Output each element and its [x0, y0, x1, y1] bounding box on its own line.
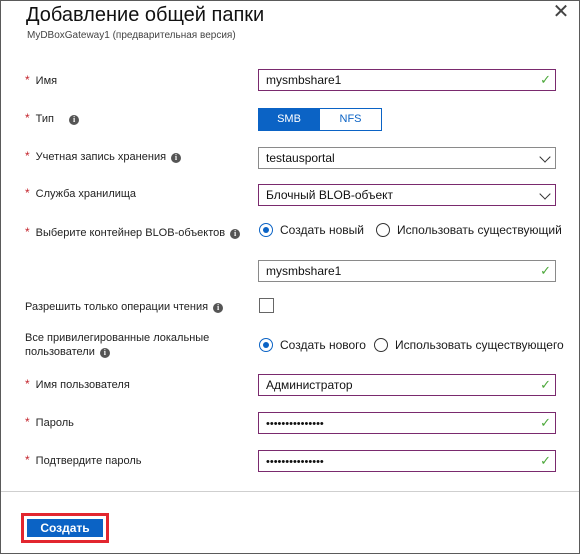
create-button[interactable]: Создать: [27, 519, 103, 537]
confirm-password-value: •••••••••••••••: [266, 456, 324, 468]
username-label: * Имя пользователя: [25, 377, 130, 391]
password-input[interactable]: ••••••••••••••• ✓: [258, 412, 556, 434]
check-icon: ✓: [540, 72, 551, 87]
info-icon[interactable]: i: [230, 229, 241, 239]
page-subtitle: MyDBoxGateway1 (предварительная версия): [27, 30, 236, 41]
required-asterisk: *: [25, 415, 30, 429]
info-icon[interactable]: i: [99, 348, 110, 358]
radio-use-existing[interactable]: [375, 223, 390, 237]
share-type-toggle: SMB NFS: [258, 108, 382, 131]
info-icon[interactable]: i: [69, 115, 80, 125]
radio-create-new[interactable]: [259, 223, 273, 237]
storage-service-label: * Служба хранилища: [25, 186, 137, 200]
radio-label: Использовать существующий: [396, 223, 562, 237]
add-share-panel: ✕ Добавление общей папки MyDBoxGateway1 …: [0, 0, 580, 554]
local-users-label: Все привилегированные локальные пользова…: [25, 332, 210, 358]
storage-account-value: testausportal: [266, 151, 335, 165]
check-icon: ✓: [540, 415, 551, 430]
radio-label: Создать нового: [280, 338, 366, 352]
type-option-nfs[interactable]: NFS: [320, 108, 382, 131]
confirm-password-label: * Подтвердите пароль: [25, 453, 142, 467]
read-only-checkbox[interactable]: [259, 298, 274, 313]
radio-label: Использовать существующего: [394, 338, 564, 352]
info-icon[interactable]: i: [213, 303, 224, 313]
required-asterisk: *: [25, 149, 30, 163]
chevron-down-icon: [539, 151, 551, 163]
type-option-smb[interactable]: SMB: [258, 108, 320, 131]
confirm-password-input[interactable]: ••••••••••••••• ✓: [258, 450, 556, 472]
name-input[interactable]: mysmbshare1 ✓: [258, 69, 556, 91]
check-icon: ✓: [540, 377, 551, 392]
read-only-label: Разрешить только операции чтения i: [25, 300, 224, 314]
storage-account-label: * Учетная запись хранения i: [25, 149, 182, 164]
radio-use-existing-user[interactable]: [373, 338, 388, 352]
page-title: Добавление общей папки: [26, 4, 265, 26]
password-label: * Пароль: [25, 415, 74, 429]
local-users-radio-group: Создать нового Использовать существующег…: [259, 338, 564, 352]
name-label: * Имя: [25, 73, 58, 87]
radio-create-new-user[interactable]: [259, 338, 273, 352]
storage-service-value: Блочный BLOB-объект: [266, 188, 394, 202]
storage-service-select[interactable]: Блочный BLOB-объект: [258, 184, 556, 206]
required-asterisk: *: [25, 73, 30, 87]
type-label: * Тип i: [25, 111, 80, 126]
check-icon: ✓: [540, 263, 551, 278]
required-asterisk: *: [25, 377, 30, 391]
username-input[interactable]: Администратор ✓: [258, 374, 556, 396]
radio-label: Создать новый: [280, 223, 364, 237]
username-value: Администратор: [266, 378, 353, 392]
required-asterisk: *: [25, 186, 30, 200]
footer-divider: [1, 491, 579, 492]
blob-container-radio-group: Создать новый Использовать существующий: [259, 223, 562, 237]
close-icon[interactable]: ✕: [549, 1, 573, 25]
required-asterisk: *: [25, 453, 30, 467]
info-icon[interactable]: i: [171, 153, 182, 163]
check-icon: ✓: [540, 453, 551, 468]
storage-account-select[interactable]: testausportal: [258, 147, 556, 169]
required-asterisk: *: [25, 111, 30, 125]
password-value: •••••••••••••••: [266, 418, 324, 430]
blob-container-value: mysmbshare1: [266, 264, 342, 278]
name-value: mysmbshare1: [266, 73, 342, 87]
chevron-down-icon: [539, 188, 551, 200]
blob-container-name-input[interactable]: mysmbshare1 ✓: [258, 260, 556, 282]
required-asterisk: *: [25, 225, 30, 239]
create-button-highlight: Создать: [21, 513, 109, 543]
blob-container-label: * Выберите контейнер BLOB-объектов i: [25, 225, 241, 240]
